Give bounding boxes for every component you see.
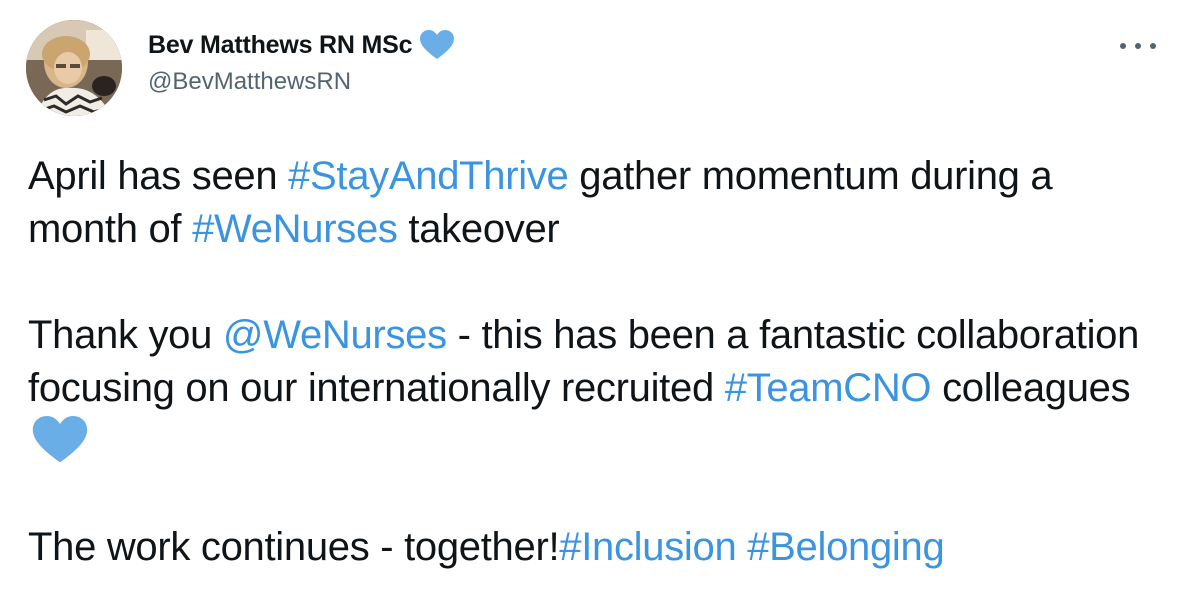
tweet-text-segment: colleagues — [931, 366, 1131, 410]
name-row: Bev Matthews RN MSc — [148, 28, 455, 62]
more-horizontal-icon — [1150, 43, 1156, 49]
mention-link[interactable]: @WeNurses — [223, 313, 447, 357]
more-options-button[interactable] — [1120, 34, 1156, 58]
blue-heart-icon — [420, 30, 455, 60]
hashtag-link[interactable]: #Belonging — [747, 525, 944, 569]
tweet-text-segment: The work continues - together! — [28, 525, 560, 569]
hashtag-link[interactable]: #TeamCNO — [725, 366, 932, 410]
tweet-card: Bev Matthews RN MSc @BevMatthewsRN April… — [0, 0, 1182, 608]
display-name[interactable]: Bev Matthews RN MSc — [148, 31, 413, 60]
tweet-text-segment: April has seen — [28, 154, 289, 198]
avatar[interactable] — [26, 20, 122, 116]
tweet-paragraph: Thank you @WeNurses - this has been a fa… — [28, 309, 1158, 468]
tweet-paragraph: April has seen #StayAndThrive gather mom… — [28, 150, 1158, 256]
blue-heart-icon — [32, 416, 88, 464]
more-horizontal-icon — [1120, 43, 1126, 49]
tweet-text-segment: Thank you — [28, 313, 223, 357]
user-handle[interactable]: @BevMatthewsRN — [148, 68, 454, 96]
tweet-text-segment — [736, 525, 747, 569]
author-block: Bev Matthews RN MSc @BevMatthewsRN — [148, 28, 455, 96]
tweet-paragraph: The work continues - together!#Inclusion… — [28, 521, 1158, 574]
tweet-text-segment: takeover — [397, 207, 560, 251]
tweet-text: April has seen #StayAndThrive gather mom… — [28, 150, 1158, 574]
avatar-photo — [26, 20, 122, 116]
hashtag-link[interactable]: #Inclusion — [559, 525, 736, 569]
hashtag-link[interactable]: #StayAndThrive — [288, 154, 569, 198]
hashtag-link[interactable]: #WeNurses — [192, 207, 398, 251]
more-horizontal-icon — [1135, 43, 1141, 49]
